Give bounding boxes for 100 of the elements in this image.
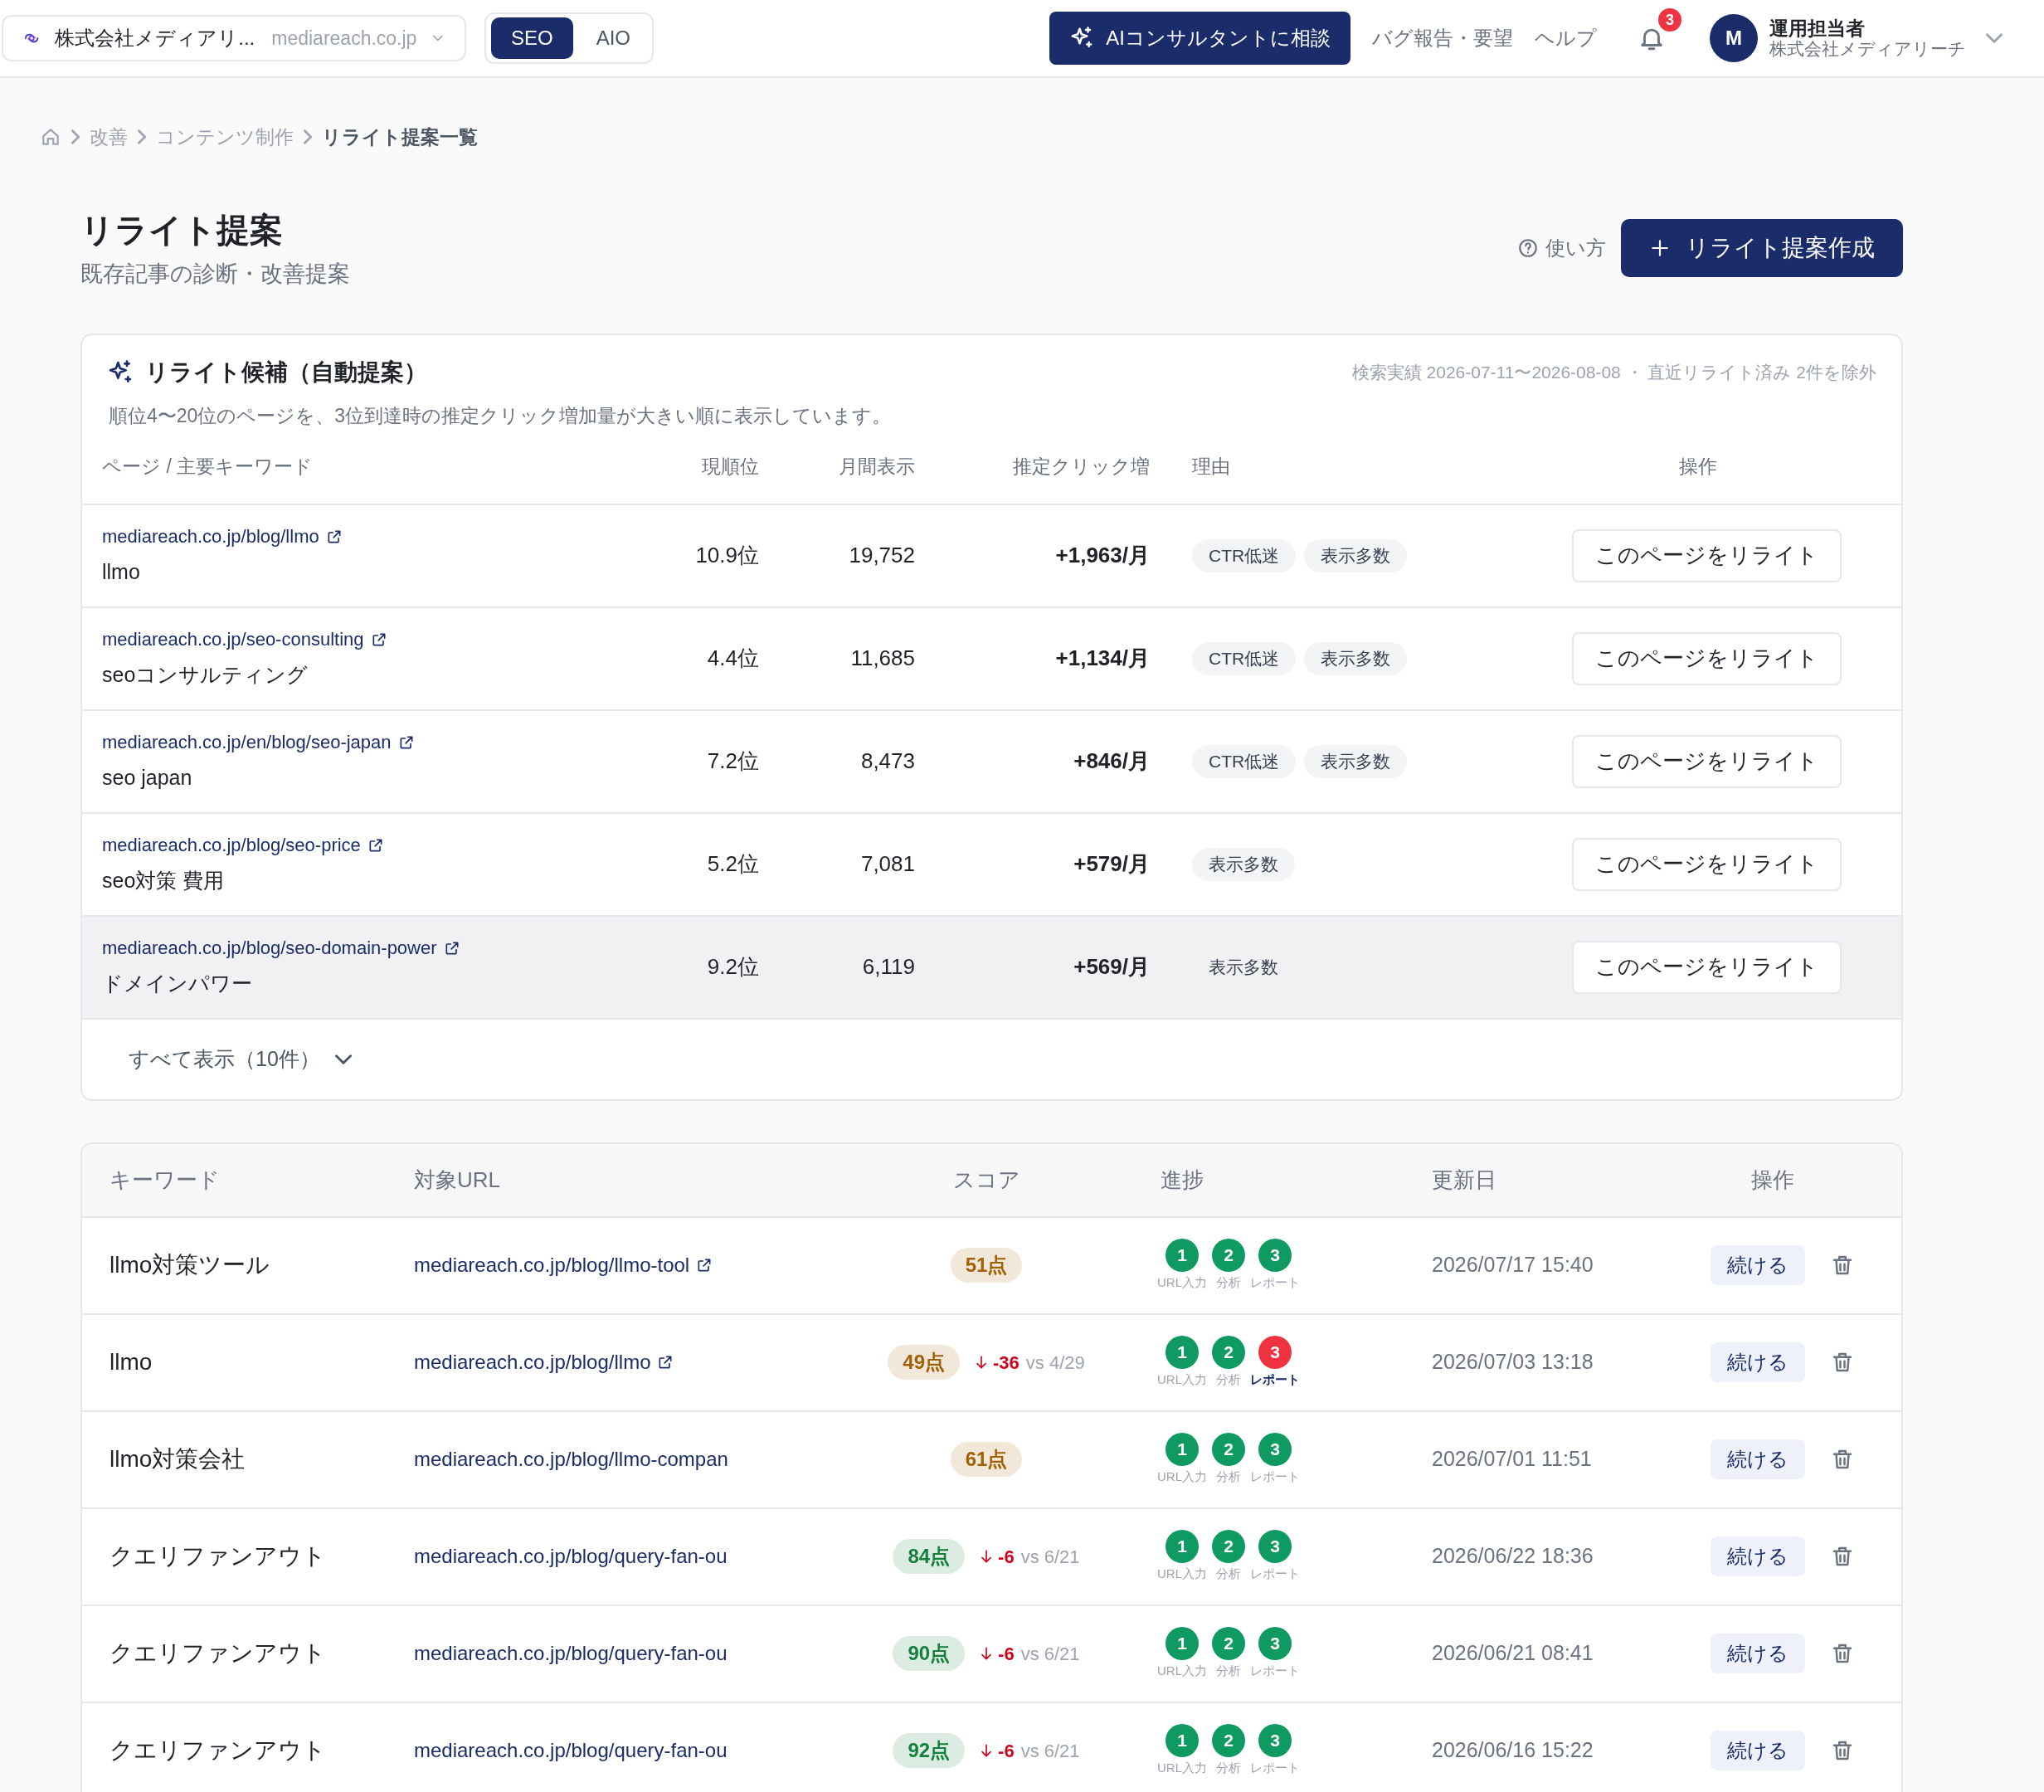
column-header: 現順位	[701, 455, 759, 480]
show-all-button[interactable]: すべて表示（10件）	[129, 1019, 352, 1099]
column-header: ページ / 主要キーワード	[101, 455, 314, 480]
mode-tab[interactable]: SEO	[491, 17, 573, 59]
step-indicator: 2	[1212, 1432, 1245, 1466]
rewrite-button[interactable]: このページをリライト	[1571, 837, 1842, 891]
target-url-link[interactable]: mediareach.co.jp/blog/query-fan-ou	[414, 1736, 728, 1765]
rank-cell-text: 7.2位	[706, 747, 759, 775]
user-menu[interactable]: M 運用担当者 株式会社メディアリーチ	[1710, 14, 2003, 62]
step-label: 分析	[1216, 1273, 1241, 1291]
step-indicator: 3	[1258, 1529, 1292, 1563]
page-url-link[interactable]: mediareach.co.jp/blog/seo-domain-power	[102, 934, 460, 962]
step-label: URL入力	[1157, 1759, 1207, 1776]
impressions-cell-text: 11,685	[849, 645, 915, 672]
reason-tag: 表示多数	[1192, 847, 1295, 881]
rank-cell-text: 4.4位	[706, 645, 759, 672]
target-url-link[interactable]: mediareach.co.jp/blog/query-fan-ou	[414, 1639, 728, 1668]
date-range-note: 検索実績 2026-07-11〜2026-08-08 ・ 直近リライト済み 2件を除外	[1351, 362, 1876, 384]
reason-tag: 表示多数	[1304, 641, 1408, 675]
keyword-text: seo対策 費用	[102, 868, 226, 894]
score-badge: 90点	[893, 1636, 966, 1671]
impressions-cell-text: 8,473	[859, 747, 915, 775]
continue-button[interactable]: 続ける	[1711, 1634, 1805, 1673]
rewrite-button[interactable]: このページをリライト	[1571, 631, 1842, 685]
continue-button[interactable]: 続ける	[1711, 1731, 1805, 1770]
click-gain-cell-text: +846/月	[1073, 747, 1150, 775]
keyword-cell-text: クエリファンアウト	[109, 1542, 327, 1570]
continue-button[interactable]: 続ける	[1711, 1536, 1805, 1576]
step-label: URL入力	[1157, 1662, 1207, 1679]
click-gain-cell-text: +579/月	[1073, 850, 1150, 878]
ai-consult-button[interactable]: AIコンサルタントに相談	[1049, 12, 1350, 65]
updated-date: 2026/06/16 15:22	[1432, 1737, 1594, 1764]
header-link[interactable]: ヘルプ	[1535, 23, 1597, 53]
step-indicator: 3	[1258, 1723, 1292, 1757]
step-label: レポート	[1250, 1273, 1300, 1291]
step-indicator: 1	[1166, 1723, 1199, 1757]
step-label: レポート	[1250, 1371, 1300, 1388]
create-button[interactable]: リライト提案作成	[1621, 219, 1903, 277]
rewrite-button[interactable]: このページをリライト	[1571, 940, 1842, 994]
column-header: 月間表示	[838, 455, 915, 480]
page-url-link[interactable]: mediareach.co.jp/en/blog/seo-japan	[102, 728, 415, 757]
chevron-right-icon	[304, 129, 312, 144]
step-indicator: 1	[1166, 1529, 1199, 1563]
reason-tag: 表示多数	[1304, 538, 1408, 572]
step-indicator: 3	[1258, 1432, 1292, 1466]
breadcrumb-link[interactable]: リライト提案一覧	[322, 122, 478, 152]
target-url-link[interactable]: mediareach.co.jp/blog/llmo	[414, 1347, 674, 1377]
step-indicator: 3	[1258, 1238, 1292, 1272]
rewrite-button[interactable]: このページをリライト	[1571, 528, 1842, 582]
click-gain-cell-text: +569/月	[1073, 953, 1150, 981]
keyword-text: ドメインパワー	[102, 971, 253, 997]
impressions-cell-text: 19,752	[848, 542, 915, 569]
page-title: リライト提案	[80, 213, 284, 246]
score-badge: 61点	[950, 1442, 1023, 1477]
page-url-link[interactable]: mediareach.co.jp/blog/seo-price	[102, 831, 384, 859]
header-link[interactable]: バグ報告・要望	[1372, 23, 1513, 53]
step-label: 分析	[1216, 1468, 1241, 1485]
target-url-link[interactable]: mediareach.co.jp/blog/query-fan-ou	[414, 1541, 728, 1571]
notification-count: 3	[1658, 8, 1681, 32]
comparison-date: vs 6/21	[1020, 1545, 1080, 1569]
step-label: レポート	[1250, 1759, 1300, 1776]
user-name: 運用担当者	[1769, 17, 1865, 40]
step-label: 分析	[1216, 1371, 1241, 1388]
impressions-cell-text: 7,081	[859, 850, 915, 878]
organization-selector[interactable]: 株式会社メディアリ... mediareach.co.jp	[2, 15, 466, 61]
step-label: URL入力	[1157, 1565, 1207, 1582]
step-indicator: 1	[1166, 1335, 1199, 1369]
step-indicator: 2	[1212, 1335, 1245, 1369]
updated-date: 2026/07/17 15:40	[1432, 1252, 1594, 1278]
continue-button[interactable]: 続ける	[1711, 1245, 1805, 1285]
reason-tag: 表示多数	[1192, 950, 1295, 984]
target-url-link[interactable]: mediareach.co.jp/blog/llmo-tool	[414, 1250, 713, 1280]
continue-button[interactable]: 続ける	[1711, 1439, 1805, 1479]
chevron-right-icon	[138, 129, 146, 144]
step-label: 分析	[1216, 1662, 1241, 1679]
step-indicator: 3	[1258, 1335, 1292, 1369]
user-organization: 株式会社メディアリーチ	[1769, 39, 1966, 60]
target-url-link[interactable]: mediareach.co.jp/blog/llmo-compan	[414, 1444, 728, 1474]
chevron-down-icon	[334, 1054, 352, 1064]
page-subtitle: 既存記事の診断・改善提案	[80, 263, 350, 288]
step-label: URL入力	[1157, 1468, 1207, 1485]
page-url-link[interactable]: mediareach.co.jp/blog/llmo	[102, 523, 343, 551]
keyword-text: seoコンサルティング	[102, 662, 309, 689]
step-indicator: 2	[1212, 1238, 1245, 1272]
page-url-link[interactable]: mediareach.co.jp/seo-consulting	[102, 626, 387, 654]
column-header: 操作	[1678, 455, 1718, 480]
continue-button[interactable]: 続ける	[1711, 1342, 1805, 1382]
rewrite-button[interactable]: このページをリライト	[1571, 734, 1842, 788]
chevron-right-icon	[71, 129, 80, 144]
section-description: 順位4〜20位のページを、3位到達時の推定クリック増加量が大きい順に表示しています。	[108, 404, 893, 428]
mode-tab[interactable]: AIO	[579, 17, 648, 59]
keyword-cell-text: llmo	[109, 1348, 153, 1376]
help-link[interactable]: 使い方	[1517, 233, 1606, 263]
comparison-date: vs 6/21	[1020, 1642, 1080, 1666]
score-change: -6	[998, 1545, 1015, 1569]
column-header: 理由	[1191, 455, 1231, 480]
step-label: 分析	[1216, 1759, 1241, 1776]
question-icon	[1517, 237, 1539, 259]
keyword-text: seo japan	[102, 765, 193, 791]
comparison-date: vs 6/21	[1020, 1739, 1080, 1763]
